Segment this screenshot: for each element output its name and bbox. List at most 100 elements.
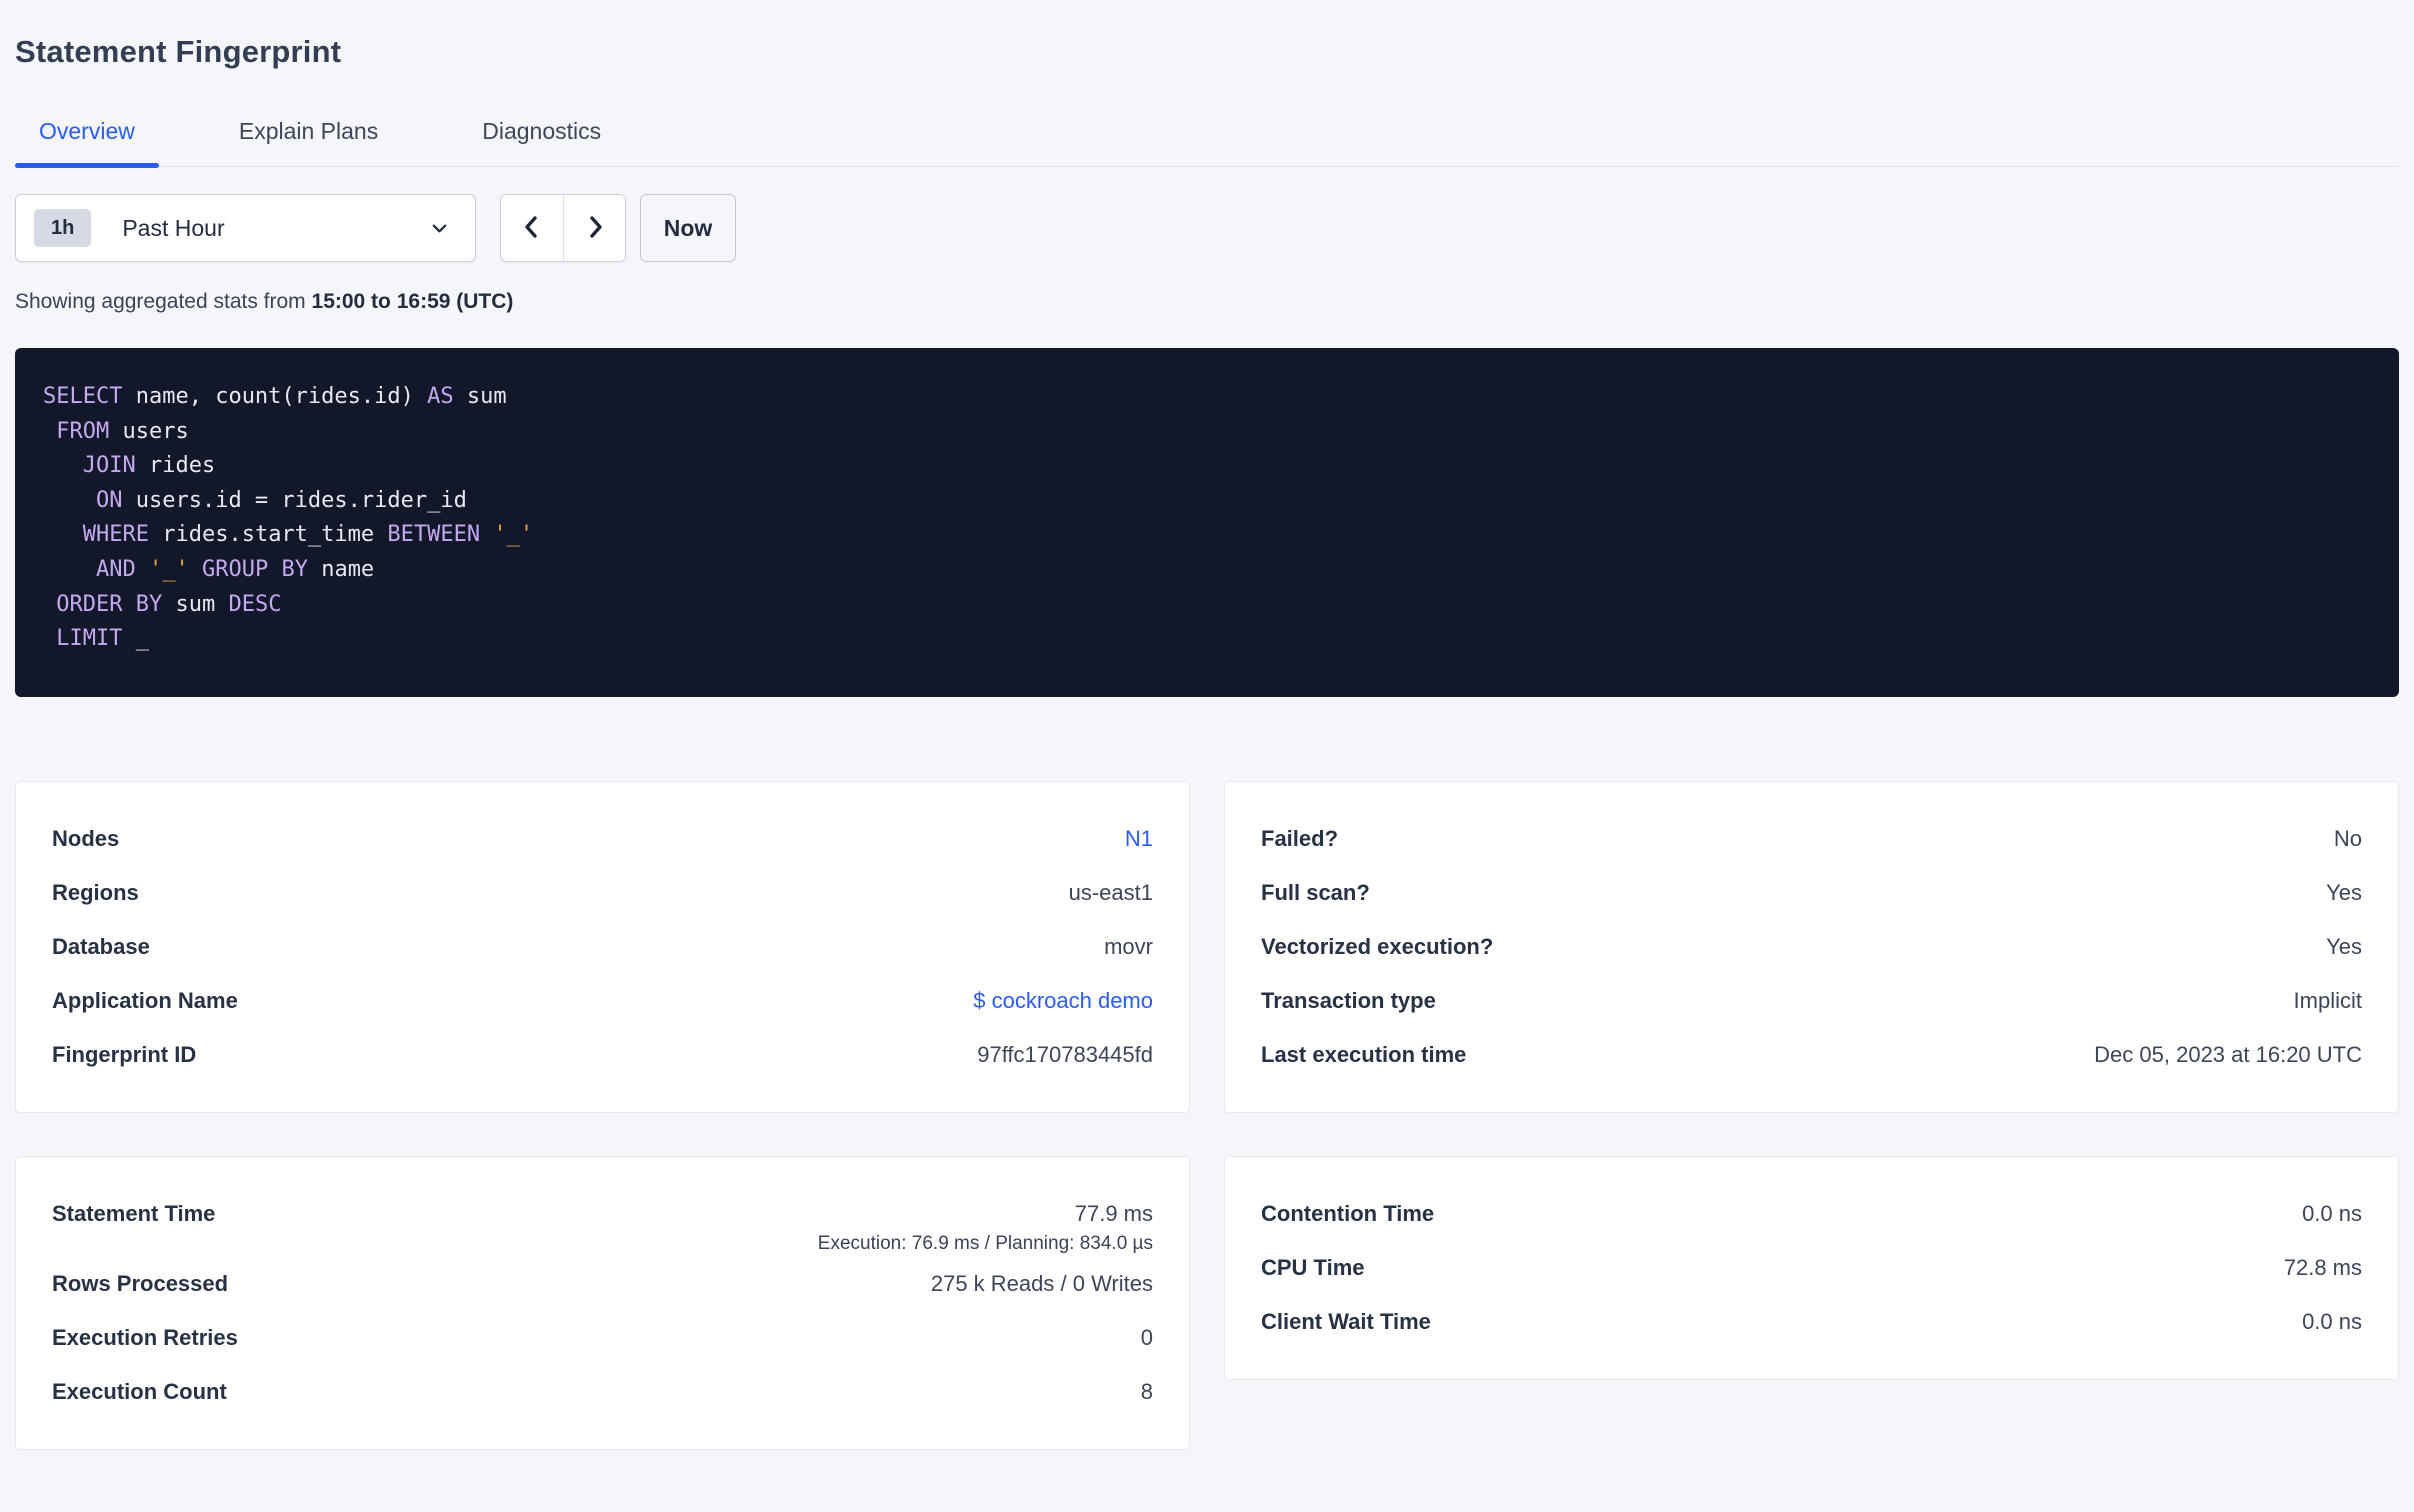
detail-row: Execution Retries 0: [52, 1311, 1153, 1365]
row-value: 0: [1140, 1324, 1153, 1350]
row-label: Full scan?: [1261, 879, 1370, 905]
detail-row: Transaction type Implicit: [1261, 974, 2362, 1028]
row-label: Execution Count: [52, 1378, 227, 1404]
row-value-col: N1: [1125, 812, 1153, 866]
sql-keyword: LIMIT: [56, 626, 123, 652]
aggregation-note-range: 15:00 to 16:59 (UTC): [311, 290, 514, 313]
row-label: Application Name: [52, 987, 238, 1013]
detail-row: Rows Processed 275 k Reads / 0 Writes: [52, 1257, 1153, 1311]
row-value-col: Implicit: [2294, 974, 2362, 1028]
sql-text: sum: [453, 384, 507, 409]
sql-literal: '_': [148, 556, 189, 582]
aggregation-note-prefix: Showing aggregated stats from: [15, 290, 312, 313]
detail-row: Regions us-east1: [52, 866, 1153, 920]
sql-text: name, count(rides.id): [122, 384, 428, 409]
row-value-col: us-east1: [1069, 866, 1153, 920]
row-label: Vectorized execution?: [1261, 933, 1494, 959]
sql-text: rides: [135, 453, 216, 479]
detail-row: Database movr: [52, 920, 1153, 974]
statement-details-card: Nodes N1 Regions us-east1 Database movr Applic…: [15, 780, 1190, 1113]
row-value: us-east1: [1068, 879, 1153, 905]
detail-row: Client Wait Time 0.0 ns: [1261, 1295, 2362, 1349]
row-label: CPU Time: [1261, 1254, 1365, 1280]
row-label: Nodes: [52, 825, 120, 851]
sql-text: users: [109, 418, 189, 444]
detail-row: Fingerprint ID 97ffc170783445fd: [52, 1028, 1153, 1082]
row-value: Yes: [2326, 879, 2362, 905]
execution-attributes-card: Failed? No Full scan? Yes Vectorized executi…: [1224, 780, 2399, 1113]
row-label: Execution Retries: [52, 1324, 238, 1350]
row-value: 77.9 ms: [1074, 1200, 1153, 1226]
prev-interval-button[interactable]: [501, 195, 563, 261]
row-value-col: 77.9 ms Execution: 76.9 ms / Planning: 83…: [818, 1187, 1153, 1257]
chevron-down-icon: [430, 219, 449, 238]
detail-row: Nodes N1: [52, 812, 1153, 866]
interval-badge: 1h: [34, 209, 92, 247]
row-label: Last execution time: [1261, 1041, 1467, 1067]
sql-keyword: ORDER BY: [56, 591, 163, 617]
next-interval-button[interactable]: [563, 195, 625, 261]
sql-literal: '_': [493, 522, 534, 548]
sql-line: FROM users: [43, 415, 2365, 450]
row-value-col: 0.0 ns: [2302, 1187, 2362, 1241]
row-value-col: 72.8 ms: [2284, 1241, 2362, 1295]
sql-keyword: JOIN: [82, 453, 136, 479]
row-value: Dec 05, 2023 at 16:20 UTC: [2094, 1041, 2362, 1067]
row-label: Client Wait Time: [1261, 1308, 1431, 1334]
time-interval-select[interactable]: 1h Past Hour: [15, 194, 476, 262]
tab-bar: Overview Explain Plans Diagnostics: [15, 106, 2399, 168]
row-value-link[interactable]: $ cockroach demo: [973, 988, 1153, 1013]
sql-text: rides.start_time: [148, 522, 388, 548]
detail-row: Vectorized execution? Yes: [1261, 920, 2362, 974]
detail-row: Execution Count 8: [52, 1365, 1153, 1419]
row-value: 275 k Reads / 0 Writes: [930, 1270, 1153, 1296]
sql-keyword: AS: [427, 384, 454, 409]
sql-line: WHERE rides.start_time BETWEEN '_': [43, 518, 2365, 553]
row-label: Transaction type: [1261, 987, 1436, 1013]
row-value-link[interactable]: N1: [1125, 826, 1153, 851]
tab-overview[interactable]: Overview: [15, 106, 159, 168]
row-label: Rows Processed: [52, 1270, 229, 1296]
row-label: Statement Time: [52, 1200, 216, 1226]
row-label: Contention Time: [1261, 1200, 1435, 1226]
row-value: 0.0 ns: [2302, 1308, 2362, 1334]
row-value-col: 0: [1141, 1311, 1153, 1365]
summary-cards-grid: Nodes N1 Regions us-east1 Database movr Applic…: [15, 780, 2399, 1450]
detail-row: Failed? No: [1261, 812, 2362, 866]
row-value-col: No: [2334, 812, 2362, 866]
detail-row: Full scan? Yes: [1261, 866, 2362, 920]
sql-text: sum: [162, 591, 229, 617]
now-button[interactable]: Now: [640, 194, 736, 262]
sql-line: LIMIT _: [43, 622, 2365, 657]
row-value-col: 275 k Reads / 0 Writes: [931, 1257, 1153, 1311]
row-label: Fingerprint ID: [52, 1041, 197, 1067]
sql-keyword: WHERE: [82, 522, 149, 548]
sql-statement-box: SELECT name, count(rides.id) AS sum FROM…: [15, 348, 2399, 697]
sql-text: _: [122, 626, 149, 652]
row-label: Regions: [52, 879, 139, 905]
row-value: 72.8 ms: [2283, 1254, 2362, 1280]
row-value-col: $ cockroach demo: [973, 974, 1153, 1028]
statement-times-card: Statement Time 77.9 ms Execution: 76.9 ms …: [15, 1155, 1190, 1450]
row-value-col: 97ffc170783445fd: [977, 1028, 1153, 1082]
row-value: Yes: [2326, 933, 2362, 959]
row-value: 97ffc170783445fd: [977, 1041, 1153, 1067]
sql-text: name: [307, 556, 375, 582]
interval-step-group: [500, 194, 626, 262]
sql-line: JOIN rides: [43, 449, 2365, 484]
aggregation-note: Showing aggregated stats from 15:00 to 1…: [15, 290, 2399, 314]
interval-label: Past Hour: [122, 214, 225, 241]
row-value: 8: [1140, 1378, 1153, 1404]
row-label: Database: [52, 933, 150, 959]
sql-keyword: BETWEEN: [387, 522, 481, 548]
tab-explain-plans[interactable]: Explain Plans: [215, 106, 402, 166]
tab-diagnostics[interactable]: Diagnostics: [458, 106, 625, 166]
